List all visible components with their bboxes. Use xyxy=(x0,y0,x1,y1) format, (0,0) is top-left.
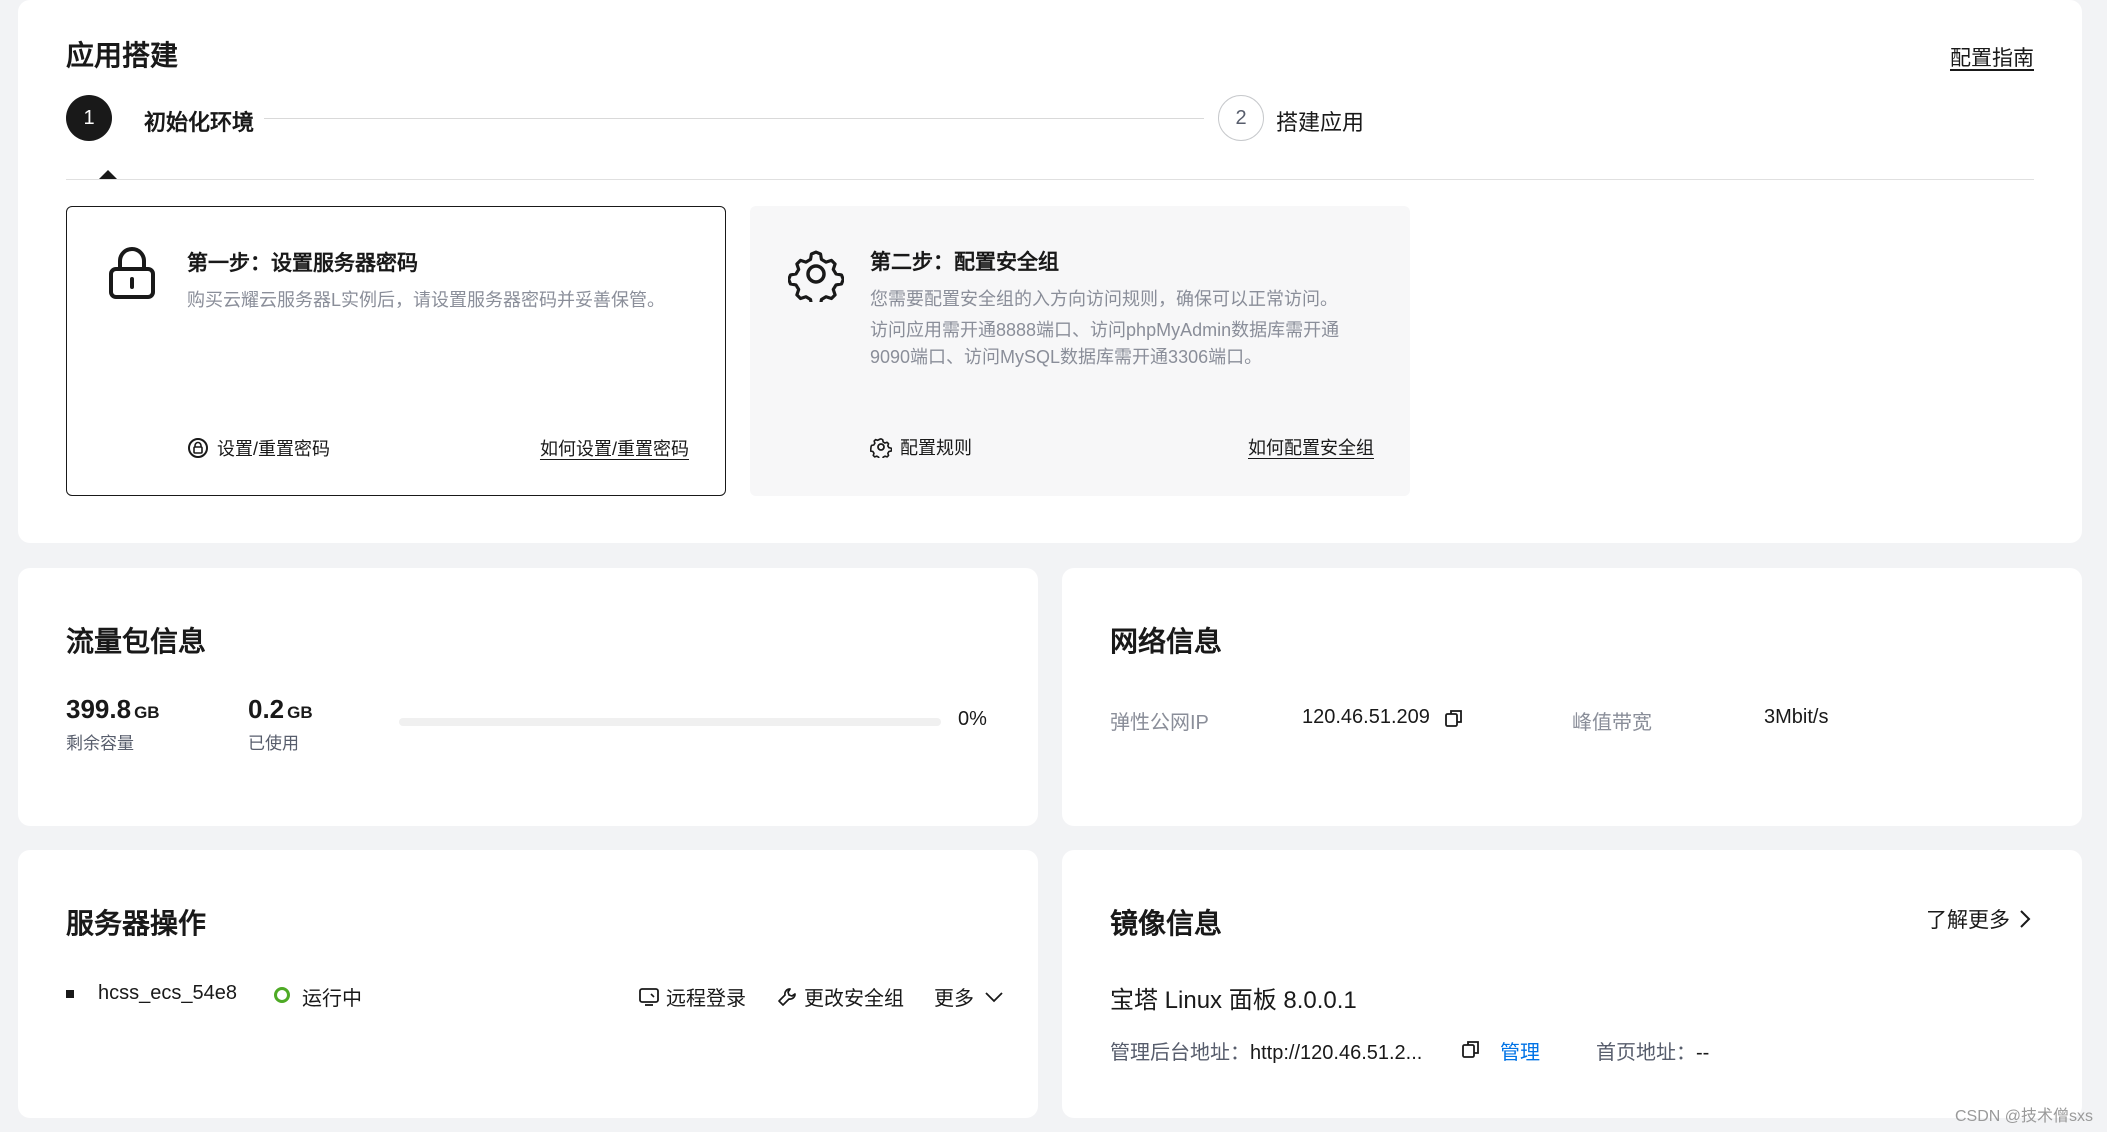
howto-security-group-link[interactable]: 如何配置安全组 xyxy=(1248,434,1374,460)
gear-small-icon xyxy=(870,437,892,458)
step-2-circle[interactable]: 2 xyxy=(1218,95,1264,141)
learn-more-label: 了解更多 xyxy=(1926,909,2010,932)
step-connector xyxy=(264,118,1204,119)
manage-link[interactable]: 管理 xyxy=(1500,1036,1540,1065)
public-ip-row: 120.46.51.209 xyxy=(1302,706,1465,729)
server-ops-card: 服务器操作 hcss_ecs_54e8 运行中 远程登录 更改安全组 更多 xyxy=(18,850,1038,1118)
admin-address-value: http://120.46.51.2... xyxy=(1250,1042,1423,1064)
server-ops-title: 服务器操作 xyxy=(66,908,207,939)
app-build-card: 应用搭建 配置指南 1 初始化环境 2 搭建应用 第一步：设置服务器密码 购买云… xyxy=(18,0,2082,543)
remaining-unit: GB xyxy=(134,703,160,722)
copy-icon[interactable] xyxy=(1443,707,1465,729)
remaining-value: 399.8 xyxy=(66,694,132,724)
app-build-title: 应用搭建 xyxy=(66,40,179,71)
more-dropdown[interactable]: 更多 xyxy=(934,982,1004,1011)
change-security-group-label: 更改安全组 xyxy=(804,988,904,1010)
home-address-label: 首页地址： xyxy=(1596,1042,1696,1064)
step-1-card-desc: 购买云耀云服务器L实例后，请设置服务器密码并妥善保管。 xyxy=(187,287,687,318)
server-status: 运行中 xyxy=(302,988,362,1010)
set-password-card: 第一步：设置服务器密码 购买云耀云服务器L实例后，请设置服务器密码并妥善保管。 … xyxy=(66,206,726,496)
reset-password-button[interactable]: 设置/重置密码 xyxy=(187,435,330,461)
step-divider xyxy=(66,179,2034,180)
lock-circle-icon xyxy=(188,438,208,458)
security-group-card: 第二步：配置安全组 您需要配置安全组的入方向访问规则，确保可以正常访问。 访问应… xyxy=(750,206,1410,496)
traffic-title: 流量包信息 xyxy=(66,626,207,657)
config-rules-button[interactable]: 配置规则 xyxy=(870,434,972,460)
step-1-circle[interactable]: 1 xyxy=(66,95,112,141)
chevron-right-icon xyxy=(2020,910,2031,928)
step-1-card-title: 第一步：设置服务器密码 xyxy=(187,252,418,275)
change-security-group-button[interactable]: 更改安全组 xyxy=(776,982,904,1011)
learn-more-link[interactable]: 了解更多 xyxy=(1926,904,2032,934)
step-1-desc-line: 购买云耀云服务器L实例后，请设置服务器密码并妥善保管。 xyxy=(187,290,666,310)
home-address-row: 首页地址：-- xyxy=(1596,1036,1709,1065)
step-1-label[interactable]: 初始化环境 xyxy=(144,105,254,137)
step-2-label[interactable]: 搭建应用 xyxy=(1276,105,1364,137)
reset-password-label: 设置/重置密码 xyxy=(217,439,331,459)
admin-address-row: 管理后台地址：http://120.46.51.2... xyxy=(1110,1036,1422,1065)
image-card: 镜像信息 了解更多 宝塔 Linux 面板 8.0.0.1 管理后台地址：htt… xyxy=(1062,850,2082,1118)
stepper: 1 初始化环境 2 搭建应用 xyxy=(66,95,2034,141)
public-ip-label: 弹性公网IP xyxy=(1110,712,1209,734)
monitor-icon xyxy=(639,987,659,1006)
howto-reset-password-link[interactable]: 如何设置/重置密码 xyxy=(540,435,689,461)
remaining-metric: 399.8 GB 剩余容量 xyxy=(66,694,160,754)
public-ip-value: 120.46.51.209 xyxy=(1302,706,1430,728)
config-guide-link[interactable]: 配置指南 xyxy=(1950,42,2034,72)
image-title: 镜像信息 xyxy=(1110,908,1223,939)
server-name: hcss_ecs_54e8 xyxy=(98,982,237,1004)
copy-admin-address-icon[interactable] xyxy=(1460,1038,1482,1060)
wrench-icon xyxy=(778,987,796,1006)
used-value: 0.2 xyxy=(248,694,285,724)
traffic-card: 流量包信息 399.8 GB 剩余容量 0.2 GB 已使用 0% xyxy=(18,568,1038,826)
running-status-icon xyxy=(274,987,290,1003)
network-title: 网络信息 xyxy=(1110,626,1223,657)
remote-login-button[interactable]: 远程登录 xyxy=(638,982,746,1011)
used-unit: GB xyxy=(287,703,313,722)
server-row: hcss_ecs_54e8 运行中 远程登录 更改安全组 更多 xyxy=(66,980,1006,1012)
used-caption: 已使用 xyxy=(248,734,299,753)
gear-icon xyxy=(788,250,844,302)
step-2-desc-line-2: 访问应用需开通8888端口、访问phpMyAdmin数据库需开通9090端口、访… xyxy=(870,320,1340,367)
step-2-card-title: 第二步：配置安全组 xyxy=(870,251,1059,274)
more-label: 更多 xyxy=(934,988,974,1010)
watermark: CSDN @技术僧sxs xyxy=(1954,1108,2093,1125)
bandwidth-value: 3Mbit/s xyxy=(1764,706,1829,728)
bandwidth-label: 峰值带宽 xyxy=(1572,712,1652,734)
chevron-down-icon xyxy=(985,991,1003,1002)
home-address-value: -- xyxy=(1696,1042,1710,1064)
used-metric: 0.2 GB 已使用 xyxy=(248,694,313,754)
remaining-caption: 剩余容量 xyxy=(66,734,134,753)
config-rules-label: 配置规则 xyxy=(900,438,972,458)
network-card: 网络信息 弹性公网IP 120.46.51.209 峰值带宽 3Mbit/s xyxy=(1062,568,2082,826)
remote-login-label: 远程登录 xyxy=(666,988,746,1010)
lock-icon xyxy=(109,247,155,299)
step-2-card-desc: 您需要配置安全组的入方向访问规则，确保可以正常访问。 访问应用需开通8888端口… xyxy=(870,286,1370,375)
image-name: 宝塔 Linux 面板 8.0.0.1 xyxy=(1110,987,1357,1014)
step-2-desc-line-1: 您需要配置安全组的入方向访问规则，确保可以正常访问。 xyxy=(870,289,1338,309)
admin-address-label: 管理后台地址： xyxy=(1110,1042,1250,1064)
bullet-icon xyxy=(66,990,74,998)
traffic-progress-label: 0% xyxy=(958,708,987,730)
traffic-progress-bar xyxy=(399,718,941,726)
